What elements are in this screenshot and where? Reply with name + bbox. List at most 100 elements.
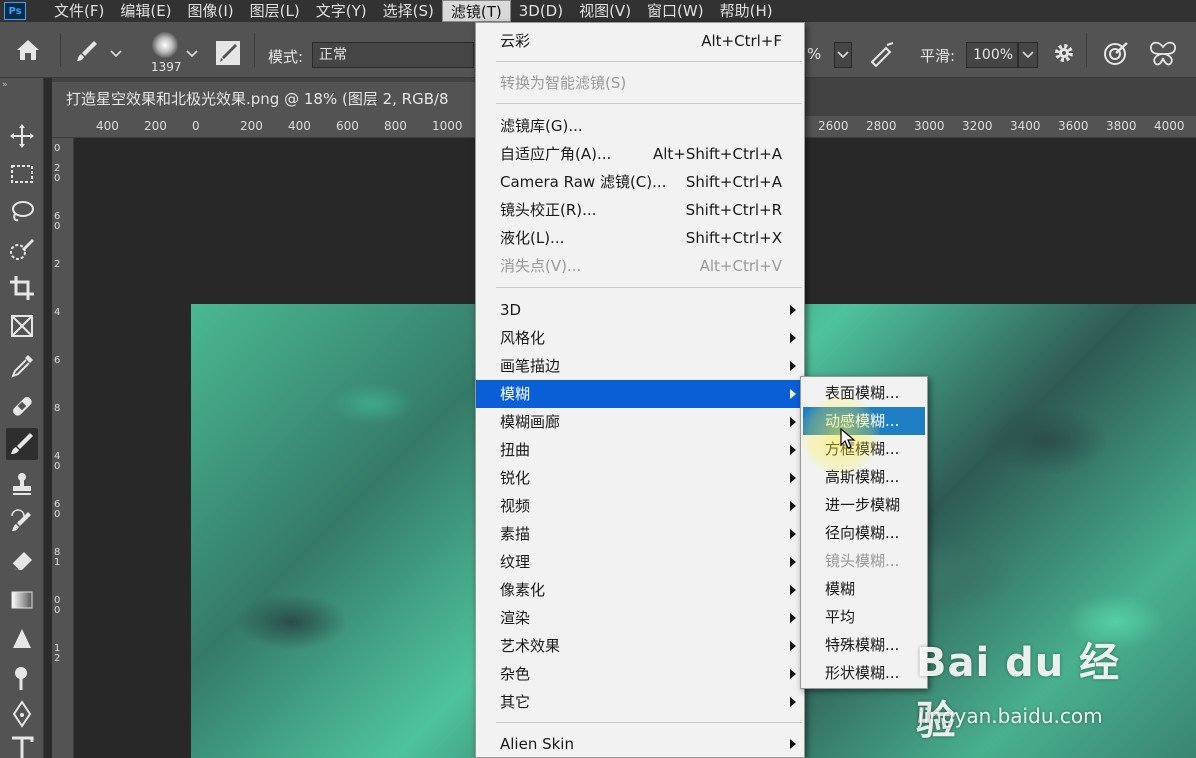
- smoothing-input[interactable]: 100%: [966, 42, 1018, 68]
- eraser-tool-icon[interactable]: [6, 544, 38, 576]
- filter-item-blur[interactable]: 模糊: [476, 380, 804, 408]
- frame-tool-icon[interactable]: [6, 310, 38, 342]
- menu-item-label: 云彩: [500, 32, 531, 50]
- filter-item-liquify[interactable]: 液化(L)... Shift+Ctrl+X: [476, 224, 804, 252]
- blur-item-smart[interactable]: 特殊模糊...: [803, 631, 925, 659]
- type-tool-icon[interactable]: [6, 732, 38, 758]
- ruler-label: 400: [288, 119, 311, 133]
- document-tab[interactable]: 打造星空效果和北极光效果.png @ 18% (图层 2, RGB/8: [52, 82, 476, 116]
- filter-item-adaptive-wide-angle[interactable]: 自适应广角(A)... Alt+Shift+Ctrl+A: [476, 140, 804, 168]
- chevron-down-icon[interactable]: [110, 46, 122, 62]
- menu-item-label: Camera Raw 滤镜(C)...: [500, 173, 667, 191]
- filter-item-pixelate[interactable]: 像素化: [476, 576, 804, 604]
- menu-item-label: 液化(L)...: [500, 229, 565, 247]
- blur-item-gaussian[interactable]: 高斯模糊...: [803, 463, 925, 491]
- submenu-arrow-icon: [790, 669, 796, 679]
- menu-layer[interactable]: 图层(L): [242, 0, 308, 22]
- shortcut-label: Shift+Ctrl+A: [685, 173, 782, 191]
- opacity-fragment: %: [807, 45, 822, 63]
- ruler-label: 2800: [866, 119, 897, 133]
- healing-brush-tool-icon[interactable]: [6, 390, 38, 422]
- filter-item-artistic[interactable]: 艺术效果: [476, 632, 804, 660]
- filter-item-filter-gallery[interactable]: 滤镜库(G)...: [476, 112, 804, 140]
- filter-item-sketch[interactable]: 素描: [476, 520, 804, 548]
- move-tool-icon[interactable]: [6, 120, 38, 152]
- shortcut-label: Alt+Ctrl+F: [701, 32, 782, 50]
- menu-3d[interactable]: 3D(D): [511, 0, 571, 22]
- menu-select[interactable]: 选择(S): [375, 0, 442, 22]
- blur-tool-icon[interactable]: [6, 624, 38, 656]
- menu-filter[interactable]: 滤镜(T): [441, 0, 511, 22]
- brush-preset-icon[interactable]: [74, 38, 100, 68]
- menu-item-label: 素描: [500, 525, 531, 543]
- filter-item-vanishing-point: 消失点(V)... Alt+Ctrl+V: [476, 252, 804, 280]
- menu-view[interactable]: 视图(V): [571, 0, 639, 22]
- ruler-label: 0: [54, 173, 61, 184]
- marquee-tool-icon[interactable]: [6, 158, 38, 190]
- blur-item-surface[interactable]: 表面模糊...: [803, 379, 925, 407]
- menu-help[interactable]: 帮助(H): [712, 0, 781, 22]
- filter-item-other[interactable]: 其它: [476, 688, 804, 716]
- shortcut-label: Alt+Shift+Ctrl+A: [652, 145, 782, 163]
- mouse-pointer-icon: [840, 427, 856, 450]
- blur-item-motion[interactable]: 动感模糊...: [803, 407, 925, 435]
- mode-dropdown[interactable]: 正常: [312, 42, 474, 68]
- brush-settings-icon[interactable]: [216, 41, 240, 65]
- brush-tool-icon[interactable]: [6, 428, 38, 460]
- menu-item-label: 扭曲: [500, 441, 531, 459]
- eyedropper-tool-icon[interactable]: [6, 350, 38, 382]
- filter-item-texture[interactable]: 纹理: [476, 548, 804, 576]
- gradient-tool-icon[interactable]: [6, 584, 38, 616]
- filter-item-video[interactable]: 视频: [476, 492, 804, 520]
- blur-item-shape[interactable]: 形状模糊...: [803, 659, 925, 687]
- ruler-label: 3400: [1010, 119, 1041, 133]
- menu-file[interactable]: 文件(F): [46, 0, 112, 22]
- blur-submenu: 表面模糊... 动感模糊... 方框模糊... 高斯模糊... 进一步模糊 径向…: [800, 376, 928, 689]
- clone-stamp-tool-icon[interactable]: [6, 468, 38, 500]
- blur-item-blur[interactable]: 模糊: [803, 575, 925, 603]
- filter-item-brush-strokes[interactable]: 画笔描边: [476, 352, 804, 380]
- blur-item-average[interactable]: 平均: [803, 603, 925, 631]
- menu-item-label: 像素化: [500, 581, 546, 599]
- quick-selection-tool-icon[interactable]: [6, 234, 38, 266]
- filter-item-alien-skin[interactable]: Alien Skin: [476, 730, 804, 758]
- filter-item-clouds[interactable]: 云彩 Alt+Ctrl+F: [476, 27, 804, 55]
- filter-item-lens-correction[interactable]: 镜头校正(R)... Shift+Ctrl+R: [476, 196, 804, 224]
- filter-item-3d[interactable]: 3D: [476, 296, 804, 324]
- menu-item-label: 艺术效果: [500, 637, 561, 655]
- menu-window[interactable]: 窗口(W): [639, 0, 712, 22]
- gear-icon[interactable]: [1052, 41, 1076, 69]
- filter-item-camera-raw[interactable]: Camera Raw 滤镜(C)... Shift+Ctrl+A: [476, 168, 804, 196]
- baidu-jingyan-watermark: Bai du 经验 jingyan.baidu.com: [916, 630, 1136, 744]
- ruler-label: 400: [96, 119, 119, 133]
- airbrush-icon[interactable]: [866, 40, 896, 72]
- menu-image[interactable]: 图像(I): [180, 0, 242, 22]
- menu-type[interactable]: 文字(Y): [308, 0, 375, 22]
- menu-edit[interactable]: 编辑(E): [112, 0, 179, 22]
- filter-item-render[interactable]: 渲染: [476, 604, 804, 632]
- filter-item-blur-gallery[interactable]: 模糊画廊: [476, 408, 804, 436]
- crop-tool-icon[interactable]: [6, 272, 38, 304]
- symmetry-butterfly-icon[interactable]: [1148, 40, 1178, 72]
- collapse-panel-icon[interactable]: »: [2, 80, 8, 90]
- lasso-tool-icon[interactable]: [6, 196, 38, 228]
- blur-item-box[interactable]: 方框模糊...: [803, 435, 925, 463]
- smoothing-dropdown-button[interactable]: [1018, 42, 1038, 68]
- submenu-arrow-icon: [790, 333, 796, 343]
- dodge-tool-icon[interactable]: [6, 662, 38, 694]
- blur-item-radial[interactable]: 径向模糊...: [803, 519, 925, 547]
- filter-item-sharpen[interactable]: 锐化: [476, 464, 804, 492]
- filter-item-noise[interactable]: 杂色: [476, 660, 804, 688]
- pen-tool-icon[interactable]: [6, 698, 38, 730]
- smoothing-label: 平滑:: [920, 47, 956, 65]
- blur-item-blur-more[interactable]: 进一步模糊: [803, 491, 925, 519]
- history-brush-tool-icon[interactable]: [6, 506, 38, 538]
- home-icon[interactable]: [14, 37, 42, 67]
- chevron-down-icon[interactable]: [186, 46, 198, 62]
- pressure-opacity-icon[interactable]: [1102, 40, 1130, 72]
- brush-tip-preview[interactable]: [152, 32, 178, 58]
- opacity-dropdown-button[interactable]: [834, 42, 852, 68]
- menu-item-label: 模糊: [500, 385, 531, 403]
- filter-item-stylize[interactable]: 风格化: [476, 324, 804, 352]
- filter-item-distort[interactable]: 扭曲: [476, 436, 804, 464]
